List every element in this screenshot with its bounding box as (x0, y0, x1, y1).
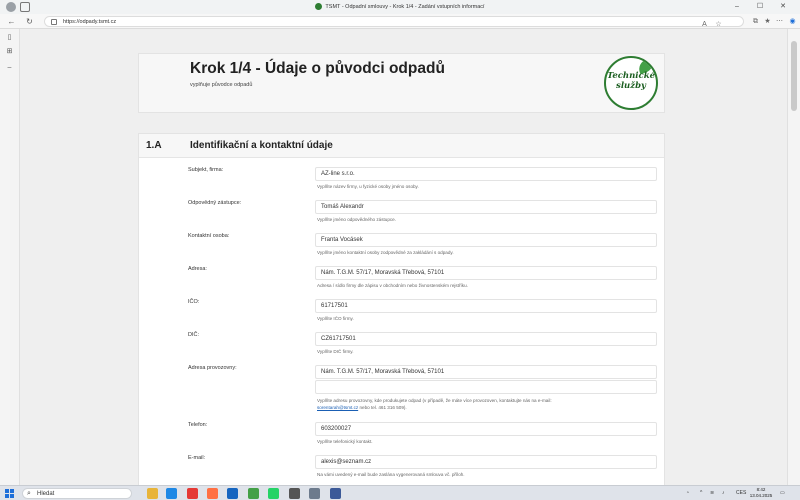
logo-text: Technické služby (606, 71, 656, 91)
subjekt-help: Vyplňte název firmy, u fyzické osoby jmé… (317, 184, 419, 189)
settings-icon[interactable] (289, 488, 300, 499)
email-label: E-mail: (188, 455, 206, 461)
app-icon[interactable] (309, 488, 320, 499)
section-title: Identifikační a kontaktní údaje (190, 140, 333, 151)
page-subtitle: vyplňuje původce odpadů (190, 82, 253, 88)
firefox-icon[interactable] (207, 488, 218, 499)
browser-titlebar: TSMT - Odpadní smlouvy - Krok 1/4 - Zadá… (0, 0, 800, 14)
more-options-icon[interactable]: ⋯ (774, 16, 785, 27)
taskbar-search[interactable]: ⌕ Hledat (22, 488, 132, 499)
provozovna-input[interactable]: Nám. T.G.M. 57/17, Moravská Třebová, 571… (315, 365, 657, 379)
kontakt-label: Kontaktní osoba: (188, 233, 230, 239)
dic-help: Vyplňte DIČ firmy. (317, 349, 354, 354)
sidebar-divider-icon: – (7, 64, 12, 71)
tray-arrow-icon[interactable]: ^ (700, 489, 702, 498)
search-placeholder: Hledat (37, 491, 55, 497)
kontakt-help: Vyplňte jméno kontaktní osoby zodpovědné… (317, 250, 454, 255)
window-title: TSMT - Odpadní smlouvy - Krok 1/4 - Zadá… (0, 1, 800, 13)
provozovna-help-phone: nebo tel. 461 316 509). (359, 405, 407, 410)
tab-title: TSMT - Odpadní smlouvy - Krok 1/4 - Zadá… (325, 4, 485, 10)
scrollbar-thumb[interactable] (791, 41, 797, 111)
taskbar-clock[interactable]: 8:42 13.04.2025 (748, 487, 774, 499)
zastupce-label: Odpovědný zástupce: (188, 200, 242, 206)
ie-icon[interactable] (227, 488, 238, 499)
volume-icon[interactable]: ♪ (722, 489, 725, 498)
adresa-input[interactable]: Nám. T.G.M. 57/17, Moravská Třebová, 571… (315, 266, 657, 280)
clock-date: 13.04.2025 (749, 493, 773, 498)
telefon-help: Vyplňte telefonický kontakt. (317, 439, 373, 444)
adresa-help: Adresa / sídlo firmy dle zápisu v obchod… (317, 283, 468, 288)
browser-toolbar: ← ↻ https://odpady.tsmt.cz A ☆ ⧉ ★ ⋯ ◉ (0, 14, 800, 29)
page-title: Krok 1/4 - Údaje o původci odpadů (190, 60, 445, 77)
whatsapp-icon[interactable] (268, 488, 279, 499)
network-icon[interactable]: ◔ (686, 489, 689, 498)
windows-taskbar: ⌕ Hledat ◔ ^ ≋ ♪ CES 8:42 13.04.2025 ▭ (0, 485, 800, 500)
contact-email-link[interactable]: sorentarah@tsmt.cz (317, 405, 358, 410)
adresa-label: Adresa: (188, 266, 207, 272)
tsmt-logo: Technické služby (604, 56, 658, 110)
url-text[interactable]: https://odpady.tsmt.cz (63, 17, 116, 27)
edge-icon[interactable] (166, 488, 177, 499)
xbox-icon[interactable] (248, 488, 259, 499)
favorites-icon[interactable]: ★ (762, 16, 773, 27)
provozovna-input-2[interactable] (315, 380, 657, 394)
search-icon: ⌕ (27, 490, 31, 497)
page-header: Krok 1/4 - Údaje o původci odpadů vyplňu… (138, 53, 665, 113)
provozovna-help-text: Vyplňte adresu provozovny, kde produkuje… (317, 398, 552, 403)
app-icon-2[interactable] (330, 488, 341, 499)
opera-icon[interactable] (187, 488, 198, 499)
provozovna-label: Adresa provozovny: (188, 365, 237, 371)
zastupce-input[interactable]: Tomáš Alexandr (315, 200, 657, 214)
telefon-label: Telefon: (188, 422, 208, 428)
section-number: 1.A (146, 140, 162, 151)
provozovna-help-contact: sorentarah@tsmt.cz nebo tel. 461 316 509… (317, 405, 407, 410)
minimize-icon[interactable]: – (728, 0, 746, 14)
language-indicator[interactable]: CES (736, 489, 746, 498)
subjekt-label: Subjekt, firma: (188, 167, 224, 173)
windows-start-icon[interactable] (5, 489, 14, 498)
browser-sidebar: ▯ ⊞ – (0, 29, 20, 485)
identification-section: 1.A Identifikační a kontaktní údaje Subj… (138, 133, 665, 485)
ico-input[interactable]: 61717501 (315, 299, 657, 313)
section-header: 1.A Identifikační a kontaktní údaje (139, 134, 664, 158)
lock-icon[interactable] (51, 19, 57, 25)
telefon-input[interactable]: 603200027 (315, 422, 657, 436)
maximize-icon[interactable]: ☐ (751, 0, 769, 14)
close-icon[interactable]: ✕ (774, 0, 792, 14)
dic-label: DIČ: (188, 332, 199, 338)
dic-input[interactable]: CZ61717501 (315, 332, 657, 346)
kontakt-input[interactable]: Franta Vocásek (315, 233, 657, 247)
page-scrollbar[interactable] (787, 29, 800, 485)
logo-line-1: Technické (607, 71, 655, 81)
file-explorer-icon[interactable] (147, 488, 158, 499)
ico-label: IČO: (188, 299, 200, 305)
subjekt-input[interactable]: AZ-line s.r.o. (315, 167, 657, 181)
tabs-icon[interactable]: ▯ (5, 33, 14, 42)
split-screen-icon[interactable]: ⧉ (750, 16, 761, 27)
address-bar[interactable]: https://odpady.tsmt.cz A ☆ (44, 16, 744, 28)
wifi-icon[interactable]: ≋ (710, 489, 714, 498)
favicon-icon (315, 3, 323, 11)
email-input[interactable]: alexis@seznam.cz (315, 455, 657, 469)
ico-help: Vyplňte IČO firmy. (317, 316, 354, 321)
notification-icon[interactable]: ▭ (780, 489, 785, 498)
provozovna-help: Vyplňte adresu provozovny, kde produkuje… (317, 398, 552, 403)
back-icon[interactable]: ← (6, 16, 17, 27)
collections-icon[interactable]: ⊞ (5, 47, 14, 56)
refresh-icon[interactable]: ↻ (24, 16, 35, 27)
page-content: Krok 1/4 - Údaje o původci odpadů vyplňu… (20, 29, 787, 485)
logo-line-2: služby (616, 81, 646, 91)
copilot-icon[interactable]: ◉ (787, 16, 798, 27)
email-help: Na vámi uvedený e-mail bude zaslána vyge… (317, 472, 465, 477)
zastupce-help: Vyplňte jméno odpovědného zástupce. (317, 217, 396, 222)
